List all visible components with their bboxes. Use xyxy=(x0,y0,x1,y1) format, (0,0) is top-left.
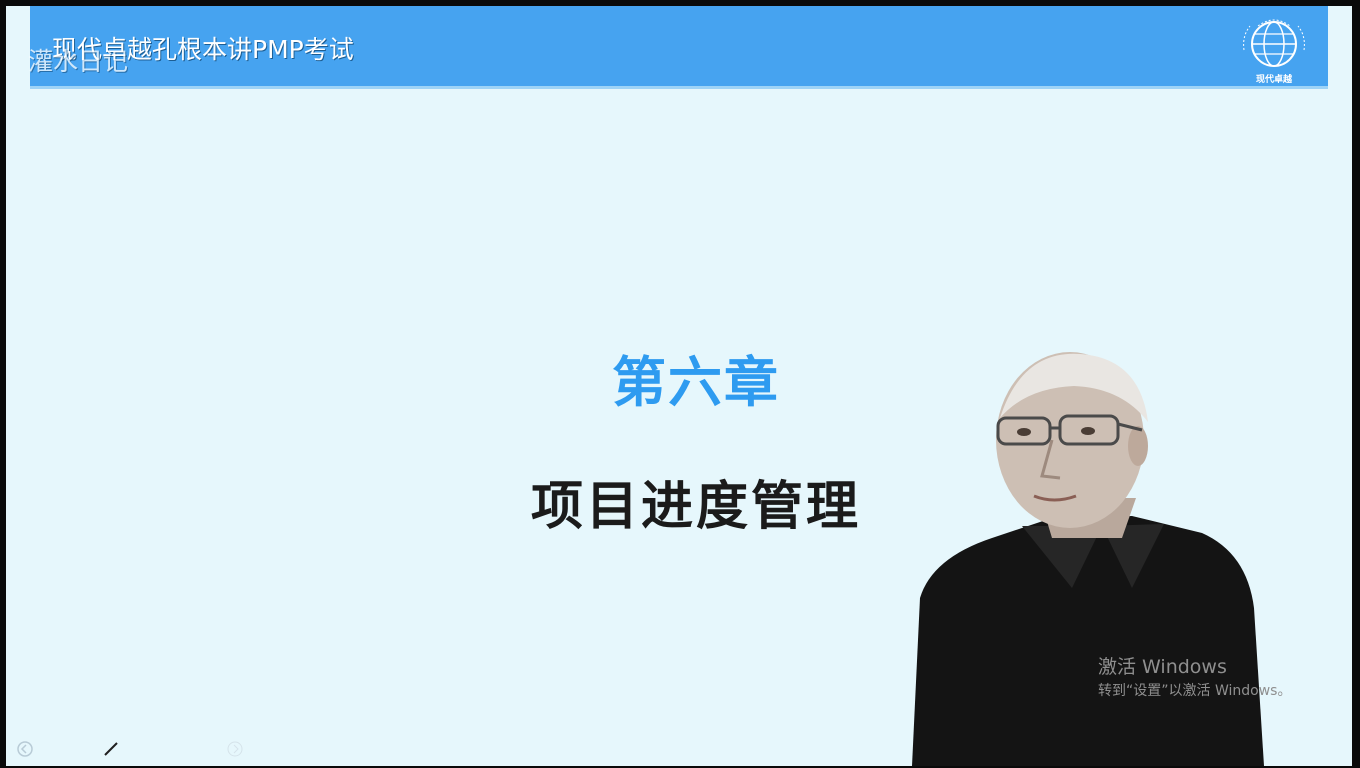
slide-toolbar xyxy=(16,736,256,762)
overlay-caption: 灌水日记 xyxy=(28,47,129,76)
pen-icon[interactable] xyxy=(102,740,120,758)
presentation-slide: 现代卓越孔根本讲PMP考试 灌水日记 现代卓越 第六章 项目进度管理 激活 Wi… xyxy=(6,6,1352,766)
globe-icon xyxy=(1243,19,1305,67)
activation-watermark-title: 激活 Windows xyxy=(1098,656,1227,678)
next-icon[interactable] xyxy=(226,740,244,758)
slide-header: 现代卓越孔根本讲PMP考试 灌水日记 现代卓越 xyxy=(28,6,1328,89)
activation-watermark-subtitle: 转到“设置”以激活 Windows。 xyxy=(1098,683,1292,699)
topic-heading: 项目进度管理 xyxy=(530,477,861,537)
chapter-heading: 第六章 xyxy=(612,351,780,414)
presenter-video xyxy=(912,352,1264,766)
previous-icon[interactable] xyxy=(16,740,34,758)
video-frame: 现代卓越孔根本讲PMP考试 灌水日记 现代卓越 第六章 项目进度管理 激活 Wi… xyxy=(0,0,1360,768)
logo-caption: 现代卓越 xyxy=(1255,75,1292,85)
company-logo: 现代卓越 xyxy=(1236,16,1312,85)
